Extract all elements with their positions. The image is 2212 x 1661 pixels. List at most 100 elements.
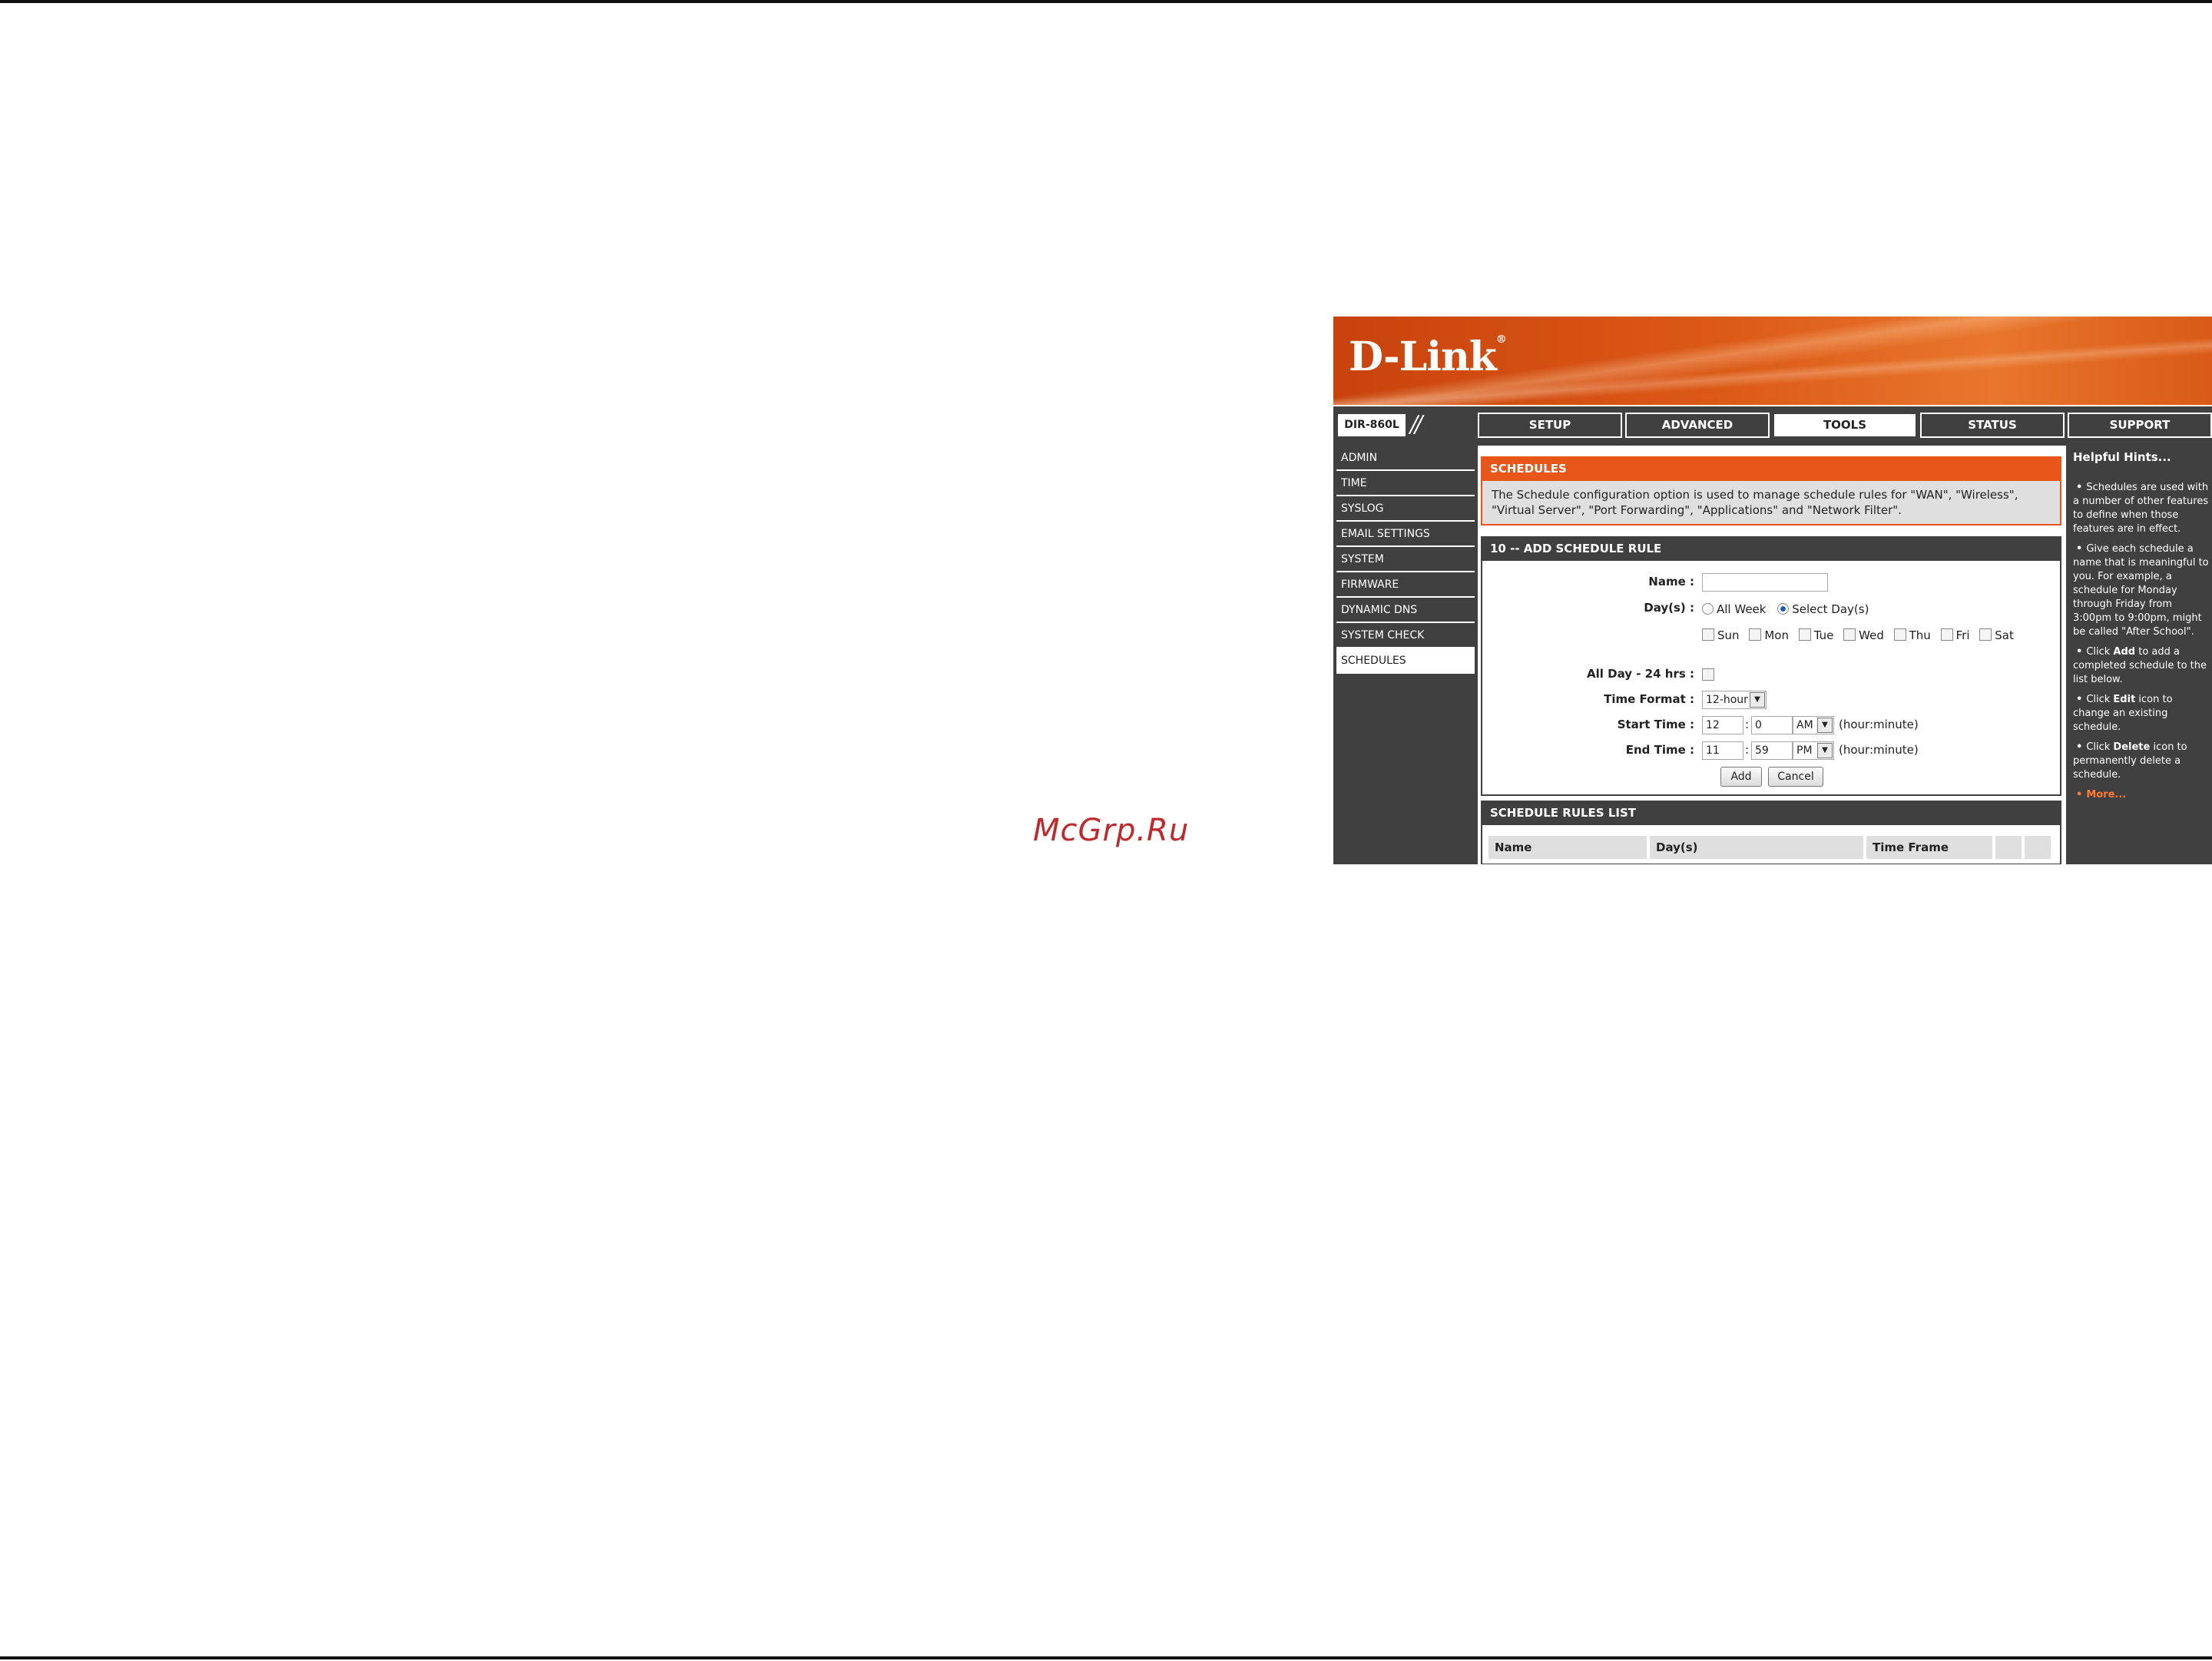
- hint-text: Click: [2086, 646, 2114, 658]
- name-label: Name :: [1648, 575, 1694, 588]
- add-rule-title: 10 -- ADD SCHEDULE RULE: [1481, 536, 2061, 561]
- rules-list-title: SCHEDULE RULES LIST: [1481, 801, 2061, 825]
- hint-click-edit: • Click Edit icon to change an existing s…: [2073, 693, 2209, 734]
- day-tue-checkbox[interactable]: [1798, 628, 1811, 641]
- day-sat-label: Sat: [1995, 628, 2014, 642]
- start-ampm-value: AM: [1796, 719, 1813, 731]
- start-ampm-select[interactable]: AM ▼: [1793, 716, 1834, 734]
- name-input[interactable]: [1702, 573, 1828, 592]
- more-link[interactable]: More...: [2086, 789, 2126, 801]
- hint-bold: Edit: [2113, 694, 2136, 705]
- select-days-radio[interactable]: [1777, 603, 1790, 615]
- day-wed: Wed: [1843, 628, 1884, 642]
- bullet-icon: •: [2076, 482, 2083, 493]
- time-format-select[interactable]: 12-hour ▼: [1702, 691, 1767, 709]
- all-day-checkbox[interactable]: [1702, 668, 1714, 681]
- end-time-colon: :: [1745, 743, 1750, 757]
- bullet-icon: •: [2076, 741, 2083, 753]
- column-header-delete: [2025, 836, 2051, 859]
- column-header-edit: [1995, 836, 2022, 859]
- end-hour-input[interactable]: 11: [1702, 741, 1743, 760]
- hint-schedules-used: • Schedules are used with a number of oth…: [2073, 481, 2209, 536]
- sidebar-item-firmware[interactable]: FIRMWARE: [1336, 572, 1475, 598]
- day-thu-checkbox[interactable]: [1893, 628, 1906, 641]
- all-day-control: [1702, 668, 1717, 682]
- hint-click-add: • Click Add to add a completed schedule t…: [2073, 645, 2209, 687]
- model-badge: DIR-860L //: [1336, 411, 1472, 438]
- tab-support[interactable]: SUPPORT: [2068, 413, 2212, 438]
- day-fri-label: Fri: [1955, 628, 1970, 642]
- chevron-down-icon: ▼: [1750, 692, 1765, 708]
- model-label: DIR-860L: [1336, 413, 1407, 438]
- sidebar-item-system-check[interactable]: SYSTEM CHECK: [1336, 623, 1475, 648]
- sidebar-item-schedules[interactable]: SCHEDULES: [1336, 648, 1475, 674]
- day-fri-checkbox[interactable]: [1940, 628, 1953, 641]
- tab-advanced[interactable]: ADVANCED: [1625, 413, 1770, 438]
- all-week-label: All Week: [1717, 602, 1767, 616]
- hints-title: Helpful Hints...: [2073, 450, 2171, 464]
- column-header-time-frame: Time Frame: [1866, 836, 1992, 859]
- days-radio-group: All Week Select Day(s): [1702, 602, 1869, 616]
- schedules-title: SCHEDULES: [1481, 456, 2061, 481]
- hint-more: • More...: [2073, 788, 2209, 802]
- start-minute-input[interactable]: 0: [1751, 716, 1793, 734]
- day-tue-label: Tue: [1813, 628, 1834, 642]
- time-format-value: 12-hour: [1706, 694, 1748, 706]
- hint-text: Schedules are used with a number of othe…: [2073, 482, 2209, 535]
- main-content: SCHEDULES The Schedule configuration opt…: [1478, 446, 2066, 864]
- bottom-rule: [0, 1656, 2212, 1659]
- top-rule: [0, 0, 2212, 3]
- slashes-decoration: //: [1410, 411, 1422, 438]
- day-sun-checkbox[interactable]: [1702, 628, 1714, 641]
- day-mon-checkbox[interactable]: [1749, 628, 1762, 641]
- schedules-section: SCHEDULES The Schedule configuration opt…: [1481, 456, 2061, 525]
- sidebar-item-admin[interactable]: ADMIN: [1336, 446, 1475, 471]
- day-checkbox-row: Sun Mon Tue Wed Thu Fri Sat: [1702, 628, 2020, 642]
- end-time-hint: (hour:minute): [1839, 743, 1919, 757]
- start-time-label: Start Time :: [1617, 718, 1694, 731]
- hint-text: Click: [2086, 694, 2114, 705]
- day-wed-label: Wed: [1859, 628, 1884, 642]
- days-label: Day(s) :: [1644, 601, 1694, 615]
- hint-schedule-name: • Give each schedule a name that is meani…: [2073, 542, 2209, 639]
- dlink-logo: D-Link®: [1349, 333, 1507, 380]
- sidebar-item-syslog[interactable]: SYSLOG: [1336, 496, 1475, 522]
- hint-text: Click: [2086, 741, 2114, 753]
- add-schedule-rule-section: 10 -- ADD SCHEDULE RULE Name : Day(s) : …: [1481, 536, 2061, 796]
- helpful-hints-panel: Helpful Hints... • Schedules are used wit…: [2069, 446, 2212, 864]
- day-sun-label: Sun: [1717, 628, 1740, 642]
- bullet-icon: •: [2076, 646, 2083, 658]
- day-wed-checkbox[interactable]: [1843, 628, 1856, 641]
- all-week-radio[interactable]: [1702, 603, 1714, 615]
- chevron-down-icon: ▼: [1817, 718, 1833, 733]
- schedule-rules-list-section: SCHEDULE RULES LIST Name Day(s) Time Fra…: [1481, 801, 2061, 864]
- day-tue: Tue: [1798, 628, 1834, 642]
- day-mon-label: Mon: [1764, 628, 1789, 642]
- end-time-label: End Time :: [1625, 743, 1694, 757]
- add-button[interactable]: Add: [1720, 767, 1762, 787]
- sidebar: ADMIN TIME SYSLOG EMAIL SETTINGS SYSTEM …: [1336, 446, 1475, 864]
- logo-text: D-Link: [1349, 333, 1497, 380]
- watermark: McGrp.Ru: [1033, 813, 1190, 848]
- all-day-label: All Day - 24 hrs :: [1587, 667, 1694, 681]
- sidebar-item-time[interactable]: TIME: [1336, 471, 1475, 496]
- start-hour-input[interactable]: 12: [1702, 716, 1743, 734]
- rules-list-table: Name Day(s) Time Frame: [1481, 825, 2061, 864]
- sidebar-item-email-settings[interactable]: EMAIL SETTINGS: [1336, 522, 1475, 547]
- tab-tools[interactable]: TOOLS: [1773, 413, 1917, 438]
- time-format-label: Time Format :: [1604, 692, 1694, 706]
- sidebar-item-system[interactable]: SYSTEM: [1336, 547, 1475, 572]
- day-sat-checkbox[interactable]: [1979, 628, 1992, 641]
- hint-text: Give each schedule a name that is meanin…: [2073, 543, 2209, 638]
- tab-status[interactable]: STATUS: [1920, 413, 2065, 438]
- select-days-label: Select Day(s): [1792, 602, 1869, 616]
- day-thu-label: Thu: [1909, 628, 1931, 642]
- day-sun: Sun: [1702, 628, 1740, 642]
- cancel-button[interactable]: Cancel: [1768, 767, 1823, 787]
- sidebar-item-dynamic-dns[interactable]: DYNAMIC DNS: [1336, 598, 1475, 623]
- day-thu: Thu: [1893, 628, 1931, 642]
- end-ampm-select[interactable]: PM ▼: [1793, 741, 1834, 760]
- end-minute-input[interactable]: 59: [1751, 741, 1793, 760]
- column-header-name: Name: [1488, 836, 1647, 859]
- tab-setup[interactable]: SETUP: [1478, 413, 1622, 438]
